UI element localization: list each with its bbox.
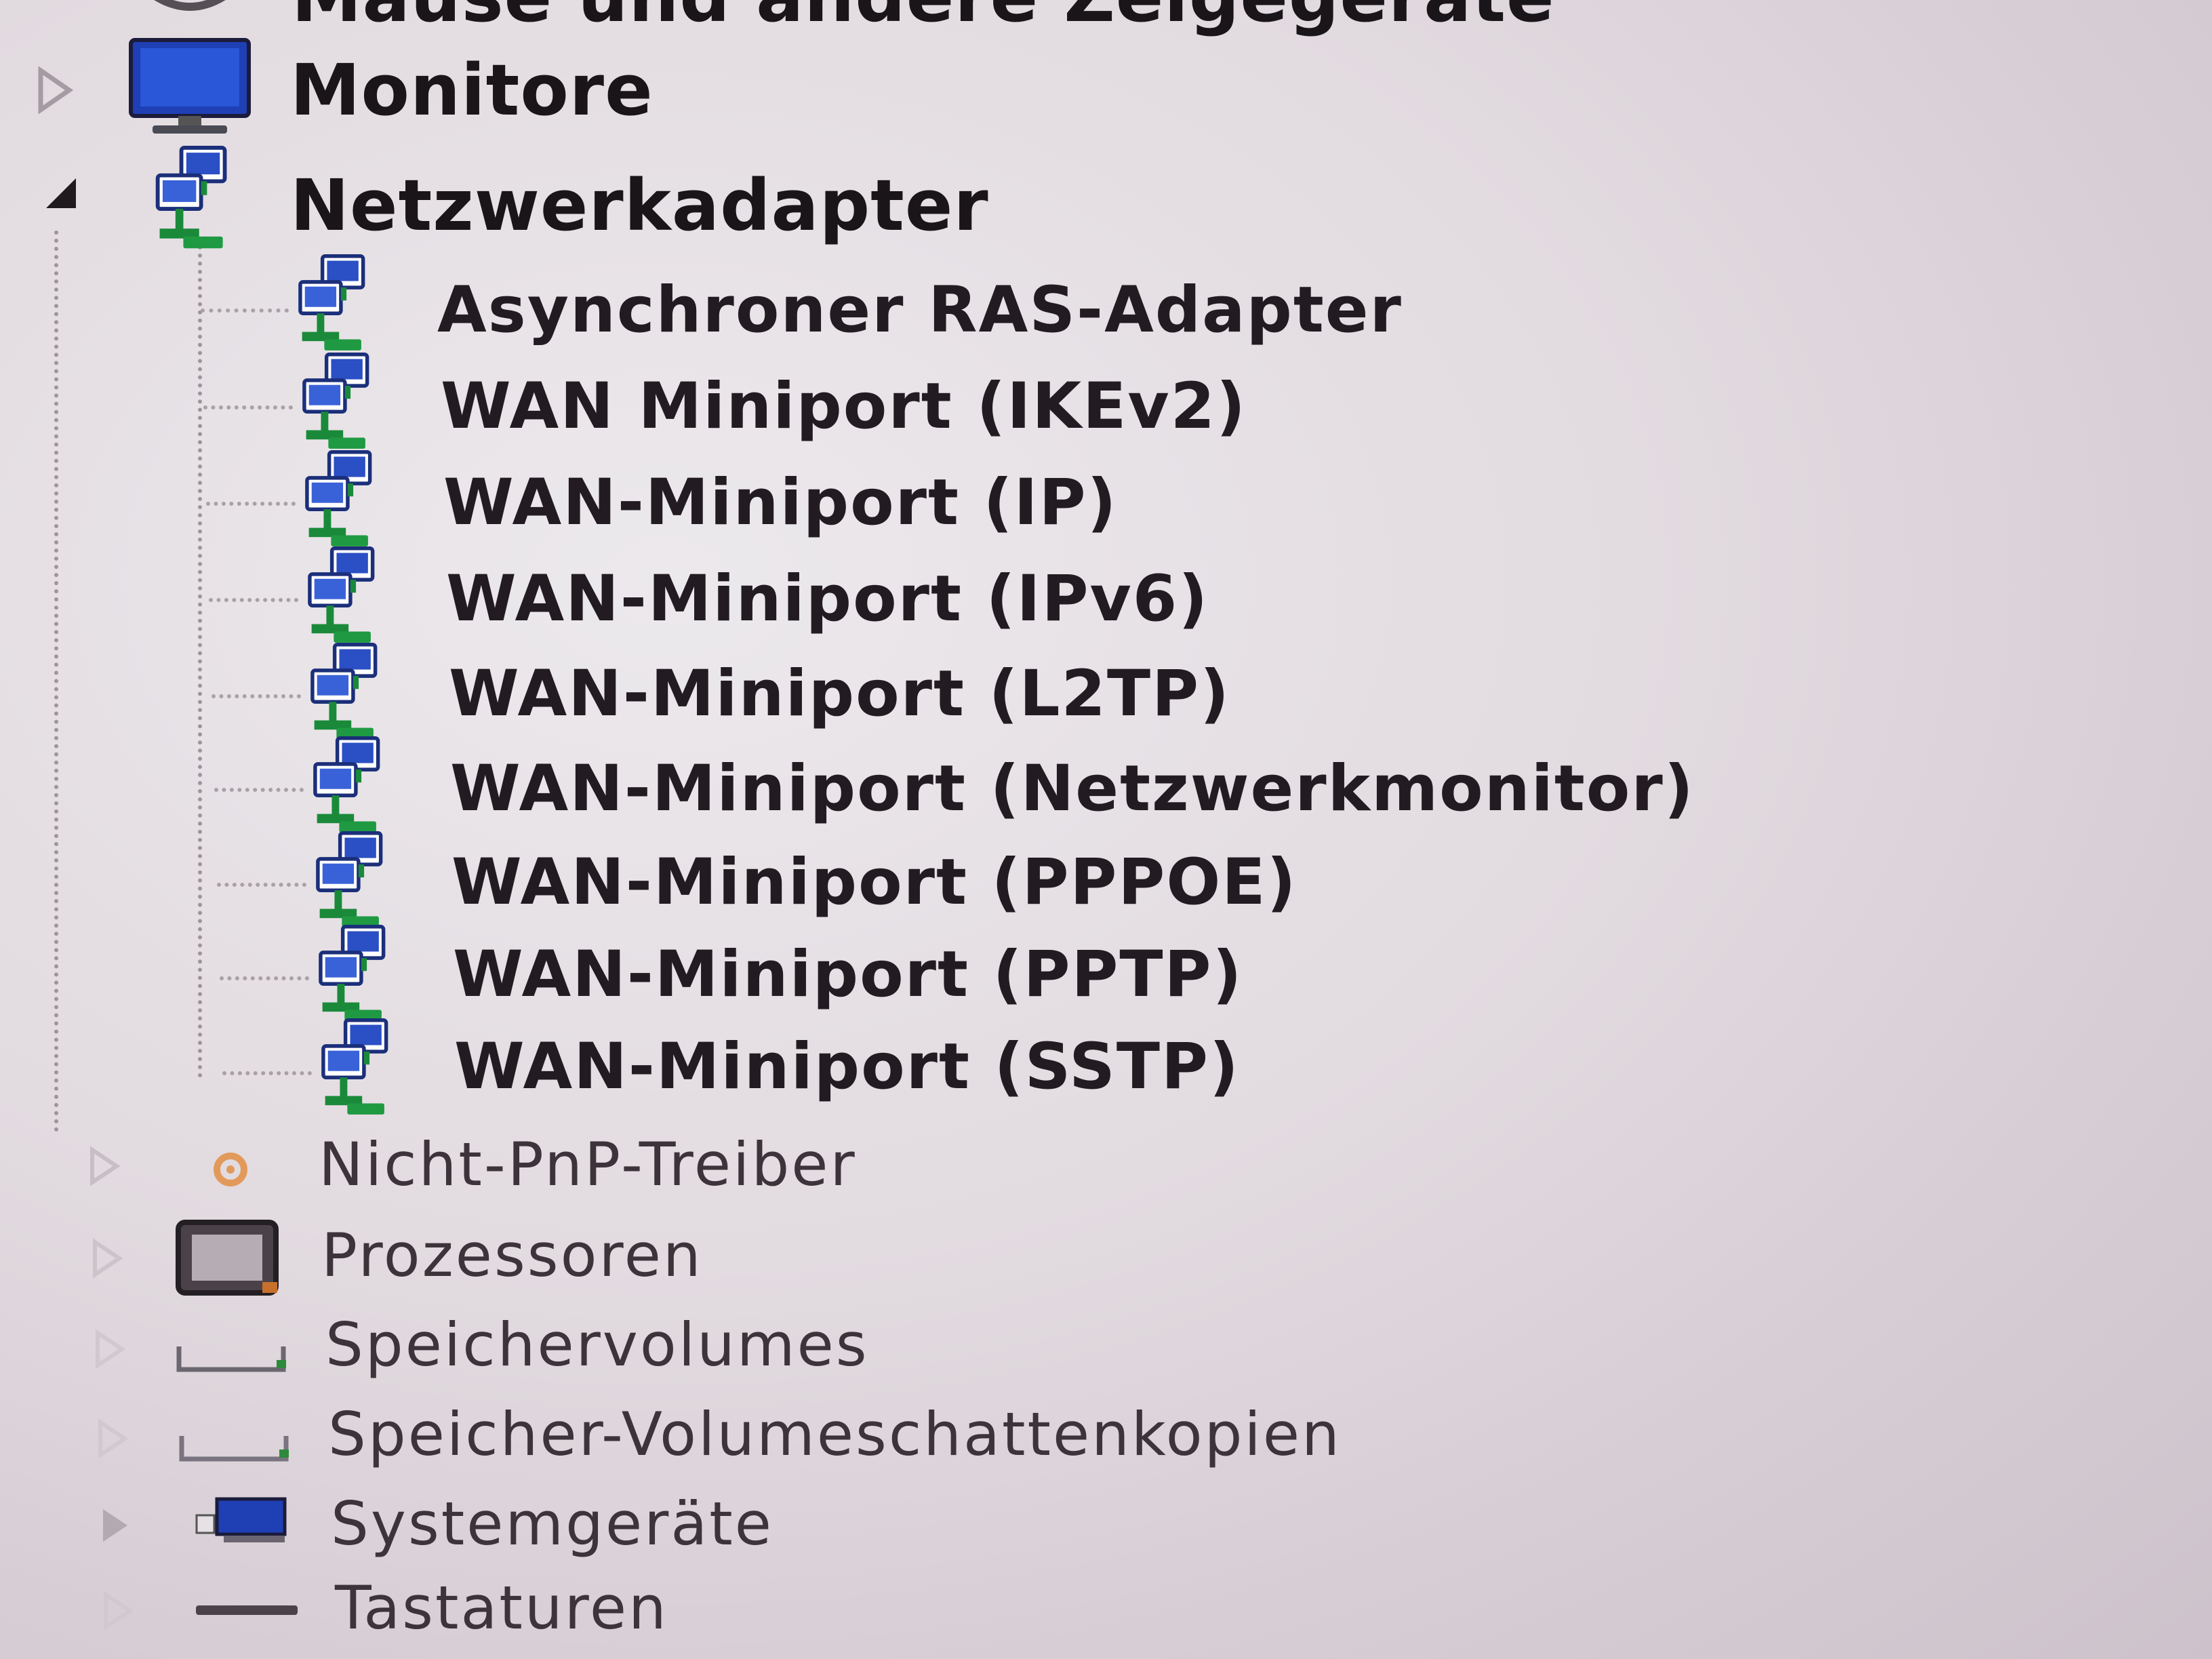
processor-icon — [176, 1220, 279, 1296]
tree-item-adapter[interactable]: WAN-Miniport (SSTP) — [454, 1022, 1240, 1111]
tree-item-keyboards[interactable]: Tastaturen — [335, 1563, 668, 1652]
network-adapter-icon — [304, 831, 399, 933]
network-adapter-icon — [296, 546, 390, 648]
tree-connector-line — [220, 976, 309, 980]
tree-item-label: Tastaturen — [335, 1572, 668, 1643]
tree-connector-line — [201, 308, 289, 313]
expand-arrow-icon[interactable] — [96, 1418, 130, 1459]
tree-item-label: Mäuse und andere Zeigegeräte — [291, 0, 1555, 38]
tree-item-label: Speichervolumes — [325, 1309, 869, 1380]
tree-item-label: WAN-Miniport (IPv6) — [446, 561, 1209, 636]
device-tree: Mäuse und andere Zeigegeräte Monitore Ne… — [0, 0, 2212, 1659]
network-adapter-icon — [293, 450, 388, 552]
tree-item-processors[interactable]: Prozessoren — [321, 1211, 703, 1299]
tree-connector-line — [209, 598, 298, 602]
tree-item-label: Prozessoren — [321, 1220, 703, 1290]
tree-item-adapter[interactable]: WAN-Miniport (IPv6) — [446, 555, 1209, 643]
tree-connector-line — [222, 1071, 312, 1075]
expand-arrow-icon[interactable] — [35, 66, 76, 114]
network-adapter-icon — [306, 925, 401, 1026]
tree-item-system-devices[interactable]: Systemgeräte — [331, 1479, 773, 1567]
tree-item-label: WAN-Miniport (PPPOE) — [451, 845, 1298, 919]
network-adapter-icon — [309, 1018, 404, 1120]
network-adapter-icon — [286, 254, 381, 356]
tree-item-label: WAN Miniport (IKEv2) — [441, 369, 1247, 443]
gear-icon — [214, 1153, 247, 1186]
tree-item-adapter[interactable]: WAN-Miniport (IP) — [443, 458, 1117, 546]
monitor-icon — [129, 38, 251, 134]
tree-item-network-adapters[interactable]: Netzwerkadapter — [290, 161, 989, 249]
expand-arrow-icon[interactable] — [91, 1238, 125, 1279]
drive-icon — [179, 1436, 289, 1462]
network-adapter-icon — [301, 736, 396, 838]
tree-item-adapter[interactable]: WAN-Miniport (Netzwerkmonitor) — [450, 744, 1695, 833]
keyboard-icon — [196, 1605, 298, 1615]
tree-item-adapter[interactable]: WAN-Miniport (PPTP) — [453, 930, 1243, 1018]
tree-connector-line — [203, 405, 293, 409]
tree-item-label: WAN-Miniport (SSTP) — [454, 1029, 1240, 1104]
tree-item-label: Nicht-PnP-Treiber — [319, 1129, 857, 1199]
expand-arrow-icon[interactable] — [102, 1591, 136, 1631]
tree-item-adapter[interactable]: Asynchroner RAS-Adapter — [437, 266, 1403, 354]
tree-item-adapter[interactable]: WAN-Miniport (L2TP) — [449, 649, 1230, 738]
tree-connector-line — [217, 883, 306, 887]
expand-arrow-icon[interactable] — [94, 1329, 127, 1370]
tree-item-adapter[interactable]: WAN Miniport (IKEv2) — [441, 362, 1247, 450]
tree-item-label: Asynchroner RAS-Adapter — [437, 273, 1403, 347]
expand-arrow-icon[interactable] — [88, 1146, 122, 1186]
tree-connector-line — [54, 231, 58, 1132]
network-adapter-icon — [142, 146, 244, 254]
tree-connector-line — [214, 788, 304, 792]
tree-connector-line — [198, 237, 202, 1078]
tree-connector-line — [206, 502, 296, 506]
tree-item-label: WAN-Miniport (PPTP) — [453, 937, 1243, 1012]
tree-item-label: Speicher-Volumeschattenkopien — [328, 1399, 1342, 1469]
tree-item-shadow-copies[interactable]: Speicher-Volumeschattenkopien — [328, 1390, 1342, 1478]
tree-item-non-pnp-drivers[interactable]: Nicht-PnP-Treiber — [319, 1120, 857, 1208]
network-adapter-icon — [298, 643, 393, 744]
tree-item-storage-volumes[interactable]: Speichervolumes — [325, 1300, 869, 1388]
tree-item-adapter[interactable]: WAN-Miniport (PPPOE) — [451, 838, 1297, 926]
tree-item-mice[interactable]: Mäuse und andere Zeigegeräte — [136, 0, 1555, 41]
system-device-icon — [195, 1497, 287, 1542]
tree-item-label: WAN-Miniport (L2TP) — [449, 656, 1230, 731]
tree-item-label: WAN-Miniport (Netzwerkmonitor) — [450, 751, 1695, 826]
tree-item-label: Systemgeräte — [331, 1488, 773, 1559]
tree-item-monitors[interactable]: Monitore — [290, 46, 653, 134]
drive-icon — [176, 1346, 286, 1372]
tree-item-label: Netzwerkadapter — [290, 164, 989, 247]
mouse-icon — [154, 0, 226, 11]
tree-connector-line — [212, 694, 301, 698]
tree-item-label: WAN-Miniport (IP) — [443, 465, 1118, 540]
collapse-arrow-icon[interactable] — [34, 173, 81, 214]
network-adapter-icon — [290, 353, 385, 454]
tree-item-label: Monitore — [290, 49, 653, 132]
expand-arrow-icon[interactable] — [99, 1505, 133, 1546]
